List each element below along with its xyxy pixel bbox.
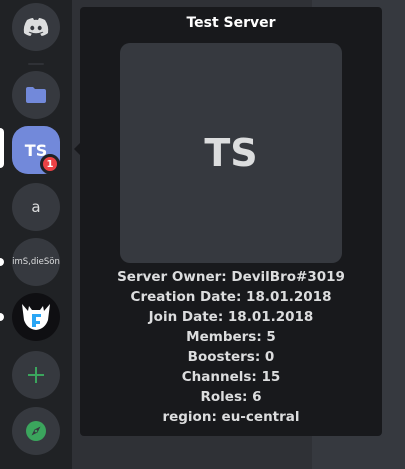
ghost-bot-icon — [22, 304, 50, 330]
add-server-button[interactable] — [12, 351, 60, 399]
server-icon-acronym: TS — [204, 131, 258, 175]
compass-icon — [26, 421, 46, 441]
server-icon-large: TS — [120, 43, 342, 263]
member-count: Members: 5 — [186, 329, 276, 345]
server-acronym: a — [31, 198, 41, 216]
mention-badge: 1 — [40, 154, 60, 174]
server-icon-long-acronym[interactable]: imS,dieSön — [12, 238, 60, 286]
explore-servers-button[interactable] — [12, 407, 60, 455]
channel-count: Channels: 15 — [181, 369, 281, 385]
server-folder[interactable] — [12, 71, 60, 119]
discord-logo-icon — [23, 18, 49, 36]
server-details-tooltip: Test Server TS Server Owner: DevilBro#30… — [80, 7, 382, 436]
join-date: Join Date: 18.01.2018 — [148, 309, 314, 325]
server-acronym: imS,dieSön — [12, 257, 60, 267]
server-owner: Server Owner: DevilBro#3019 — [117, 269, 345, 285]
selected-server-indicator — [0, 128, 4, 168]
server-region: region: eu-central — [162, 409, 300, 425]
mention-count: 1 — [46, 158, 54, 170]
unread-indicator — [0, 258, 4, 266]
home-button[interactable] — [12, 3, 60, 51]
folder-icon — [26, 87, 46, 103]
server-icon-a[interactable]: a — [12, 183, 60, 231]
creation-date: Creation Date: 18.01.2018 — [130, 289, 332, 305]
home-separator — [28, 63, 44, 65]
plus-icon — [28, 367, 44, 383]
server-info-list: Server Owner: DevilBro#3019 Creation Dat… — [80, 267, 382, 427]
server-name: Test Server — [186, 15, 276, 31]
unread-indicator — [0, 313, 4, 321]
server-icon-bot[interactable] — [12, 293, 60, 341]
server-sidebar: TS 1 a imS,dieSön — [0, 0, 72, 469]
booster-count: Boosters: 0 — [187, 349, 275, 365]
role-count: Roles: 6 — [200, 389, 262, 405]
